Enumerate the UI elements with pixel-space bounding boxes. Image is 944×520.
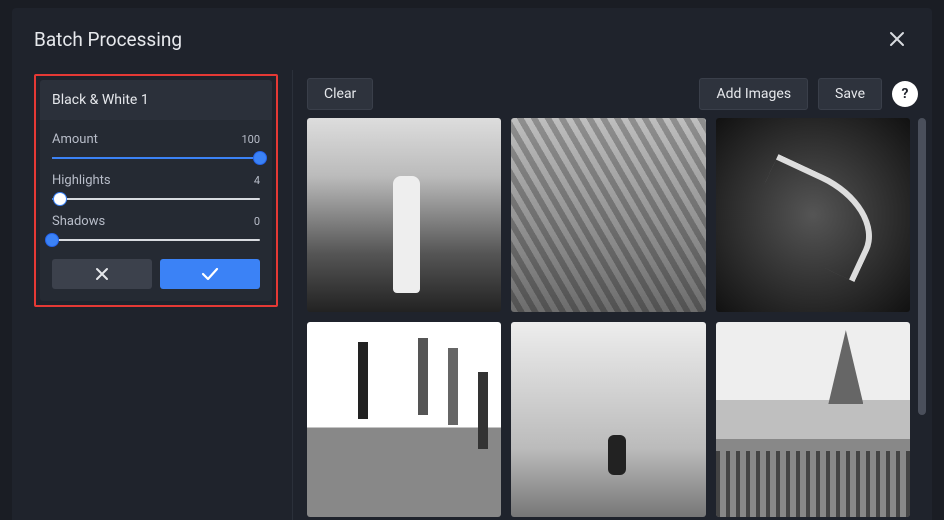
slider-thumb[interactable] [53, 192, 67, 206]
gallery-thumb[interactable] [307, 118, 501, 312]
gallery-wrap [293, 118, 932, 520]
slider-fill [52, 157, 260, 159]
effect-controls: Amount 100 Highlights 4 [40, 120, 272, 259]
close-icon [888, 30, 906, 48]
save-button[interactable]: Save [818, 78, 882, 110]
image-gallery [307, 118, 910, 520]
slider-thumb[interactable] [253, 151, 267, 165]
help-button[interactable]: ? [892, 81, 918, 107]
scrollbar-thumb[interactable] [918, 118, 926, 415]
slider-highlights: Highlights 4 [52, 173, 260, 200]
gallery-thumb[interactable] [716, 118, 910, 312]
batch-processing-modal: Batch Processing Black & White 1 Amount … [12, 8, 932, 520]
slider-value: 4 [254, 174, 260, 187]
cancel-effect-button[interactable] [52, 259, 152, 289]
gallery-thumb[interactable] [716, 322, 910, 516]
add-images-button[interactable]: Add Images [699, 78, 808, 110]
slider-value: 100 [241, 133, 260, 146]
modal-header: Batch Processing [12, 8, 932, 70]
slider-label: Amount [52, 132, 98, 147]
effect-header: Black & White 1 [40, 80, 272, 120]
x-icon [94, 266, 110, 282]
slider-label: Shadows [52, 214, 105, 229]
effect-sidebar: Black & White 1 Amount 100 [12, 70, 292, 520]
toolbar: Clear Add Images Save ? [293, 70, 932, 118]
modal-body: Black & White 1 Amount 100 [12, 70, 932, 520]
confirm-effect-button[interactable] [160, 259, 260, 289]
slider-amount: Amount 100 [52, 132, 260, 159]
effect-title: Black & White 1 [52, 92, 260, 108]
slider-track-highlights[interactable] [52, 198, 260, 200]
close-button[interactable] [884, 26, 910, 52]
slider-shadows: Shadows 0 [52, 214, 260, 241]
modal-title: Batch Processing [34, 28, 182, 51]
gallery-thumb[interactable] [511, 118, 705, 312]
check-icon [200, 266, 220, 282]
gallery-thumb[interactable] [511, 322, 705, 516]
effect-actions [40, 259, 272, 301]
slider-label: Highlights [52, 173, 111, 188]
slider-thumb[interactable] [45, 233, 59, 247]
slider-value: 0 [254, 215, 260, 228]
effect-panel: Black & White 1 Amount 100 [34, 74, 278, 307]
clear-button[interactable]: Clear [307, 78, 373, 110]
main-area: Clear Add Images Save ? [292, 70, 932, 520]
slider-track-amount[interactable] [52, 157, 260, 159]
gallery-scrollbar[interactable] [918, 118, 926, 520]
gallery-thumb[interactable] [307, 322, 501, 516]
slider-track-shadows[interactable] [52, 239, 260, 241]
